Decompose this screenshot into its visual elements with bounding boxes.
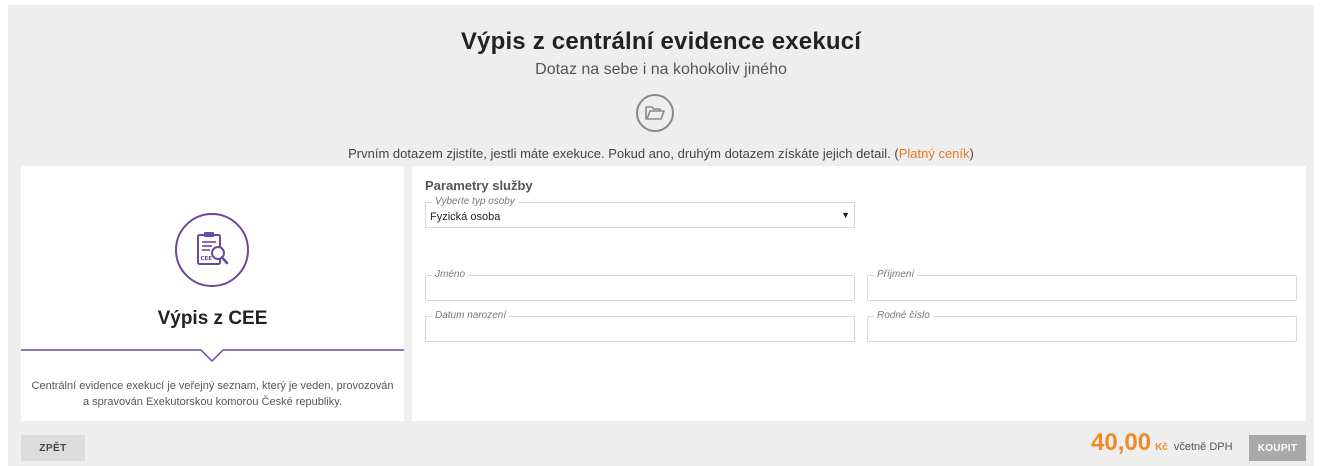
buy-button[interactable]: KOUPIT: [1249, 435, 1306, 461]
clipboard-search-icon: CEE: [175, 213, 249, 287]
back-button[interactable]: ZPĚT: [21, 435, 85, 461]
last-name-field[interactable]: Příjmení: [867, 269, 1297, 301]
product-panel: CEE Výpis z CEE Centrální evidence exeku…: [21, 166, 404, 421]
info-text: Prvním dotazem zjistíte, jestli máte exe…: [8, 146, 1314, 161]
last-name-input[interactable]: [872, 282, 1292, 296]
first-name-field[interactable]: Jméno: [425, 269, 855, 301]
divider-arrow: [21, 349, 404, 363]
birth-number-input[interactable]: [872, 323, 1292, 337]
vat-note: včetně DPH: [1173, 441, 1233, 453]
birth-date-input[interactable]: [430, 323, 850, 337]
person-type-select[interactable]: Vyberte typ osoby Fyzická osoba ▼: [425, 196, 855, 228]
price-currency: Kč: [1155, 442, 1168, 453]
icon-label: CEE: [201, 256, 213, 262]
chevron-down-icon: ▼: [841, 210, 850, 220]
first-name-input[interactable]: [430, 282, 850, 296]
birth-number-label: Rodné číslo: [874, 310, 933, 322]
service-parameters-panel: Parametry služby Vyberte typ osoby Fyzic…: [412, 166, 1306, 421]
product-name: Výpis z CEE: [157, 308, 268, 329]
first-name-label: Jméno: [432, 269, 469, 281]
section-title: Parametry služby: [425, 178, 533, 193]
price-list-link[interactable]: Platný ceník: [899, 146, 970, 161]
person-type-label: Vyberte typ osoby: [432, 196, 518, 208]
price-amount: 40,00: [1091, 429, 1152, 456]
person-type-value: Fyzická osoba: [430, 211, 501, 223]
birth-date-field[interactable]: Datum narození: [425, 310, 855, 342]
birth-date-label: Datum narození: [432, 310, 510, 322]
service-page: Výpis z centrální evidence exekucí Dotaz…: [8, 5, 1314, 466]
info-text-suffix: ): [969, 146, 974, 161]
price-display: 40,00 Kč včetně DPH: [1091, 429, 1233, 457]
birth-number-field[interactable]: Rodné číslo: [867, 310, 1297, 342]
folder-open-icon: [636, 94, 674, 132]
product-description: Centrální evidence exekucí je veřejný se…: [31, 380, 394, 408]
info-text-main: Prvním dotazem zjistíte, jestli máte exe…: [348, 146, 899, 161]
page-title: Výpis z centrální evidence exekucí: [460, 28, 862, 55]
page-subtitle: Dotaz na sebe i na kohokoliv jiného: [535, 61, 787, 78]
last-name-label: Příjmení: [874, 269, 918, 281]
